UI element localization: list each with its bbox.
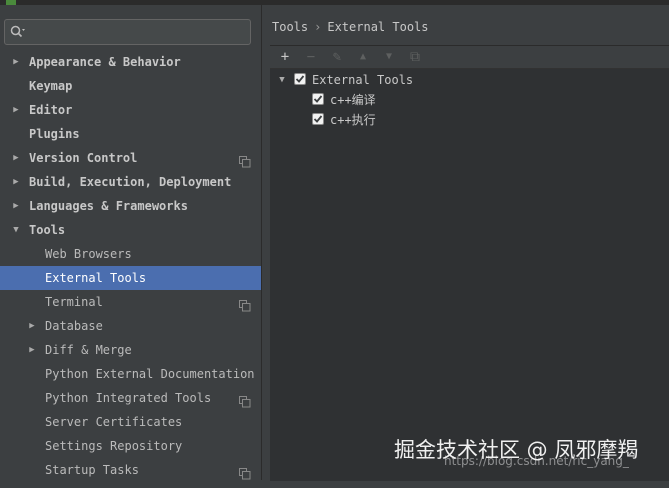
sidebar-item-editor[interactable]: ▶ Editor bbox=[0, 98, 261, 122]
sidebar-item-appearance-behavior[interactable]: ▶ Appearance & Behavior bbox=[0, 50, 261, 74]
sidebar-item-keymap[interactable]: Keymap bbox=[0, 74, 261, 98]
sidebar-item-startup-tasks[interactable]: Startup Tasks bbox=[0, 458, 261, 482]
tool-label: c++执行 bbox=[330, 113, 376, 127]
sidebar-item-label: Python External Documentation bbox=[45, 367, 255, 381]
pencil-icon[interactable]: ✎ bbox=[328, 48, 346, 66]
minus-icon[interactable]: − bbox=[302, 48, 320, 66]
copy-icon bbox=[239, 152, 251, 168]
search-input[interactable] bbox=[29, 22, 248, 44]
sidebar-item-python-integrated-tools[interactable]: Python Integrated Tools bbox=[0, 386, 261, 410]
sidebar-item-server-certificates[interactable]: Server Certificates bbox=[0, 410, 261, 434]
copy-icon bbox=[239, 464, 251, 480]
sidebar-item-label: Database bbox=[45, 319, 103, 333]
tool-checkbox[interactable] bbox=[312, 113, 324, 125]
chevron-right-icon[interactable]: ▶ bbox=[10, 98, 22, 122]
tool-group-row[interactable]: ▼ External Tools bbox=[270, 70, 669, 90]
chevron-down-icon[interactable]: ▼ bbox=[10, 218, 22, 242]
copy-icon bbox=[239, 296, 251, 312]
breadcrumb-parent[interactable]: Tools bbox=[272, 20, 308, 34]
sidebar-item-build-execution-deployment[interactable]: ▶ Build, Execution, Deployment bbox=[0, 170, 261, 194]
sidebar-item-label: Settings Repository bbox=[45, 439, 183, 453]
sidebar-item-label: Tools bbox=[29, 223, 66, 237]
tools-toolbar: + − ✎ ▲ ▼ ⧉ bbox=[270, 46, 669, 69]
chevron-right-icon[interactable]: ▶ bbox=[26, 314, 38, 338]
sidebar-item-label: Python Integrated Tools bbox=[45, 391, 212, 405]
tool-checkbox[interactable] bbox=[312, 93, 324, 105]
tool-label: c++编译 bbox=[330, 93, 376, 107]
sidebar-item-tools[interactable]: ▼ Tools bbox=[0, 218, 261, 242]
arrow-down-icon[interactable]: ▼ bbox=[380, 48, 398, 66]
sidebar-item-label: Appearance & Behavior bbox=[29, 55, 181, 69]
chevron-right-icon[interactable]: ▶ bbox=[26, 338, 38, 362]
chevron-right-icon[interactable]: ▶ bbox=[10, 146, 22, 170]
copy-icon[interactable]: ⧉ bbox=[406, 48, 424, 66]
search-icon[interactable] bbox=[10, 25, 25, 39]
sidebar-item-label: Server Certificates bbox=[45, 415, 183, 429]
sidebar-item-database[interactable]: ▶ Database bbox=[0, 314, 261, 338]
breadcrumb: Tools › External Tools bbox=[272, 19, 429, 35]
sidebar-item-label: Plugins bbox=[29, 127, 80, 141]
settings-tree: ▶ Appearance & Behavior Keymap ▶ Editor … bbox=[0, 50, 261, 482]
tool-row[interactable]: c++编译 bbox=[270, 90, 669, 110]
sidebar-item-label: Keymap bbox=[29, 79, 73, 93]
sidebar-item-version-control[interactable]: ▶ Version Control bbox=[0, 146, 261, 170]
sidebar-item-label: External Tools bbox=[45, 271, 147, 285]
sidebar-item-label: Web Browsers bbox=[45, 247, 132, 261]
sidebar-item-terminal[interactable]: Terminal bbox=[0, 290, 261, 314]
tool-row[interactable]: c++执行 bbox=[270, 110, 669, 130]
sidebar-item-label: Editor bbox=[29, 103, 73, 117]
sidebar-item-label: Diff & Merge bbox=[45, 343, 132, 357]
settings-sidebar: ▶ Appearance & Behavior Keymap ▶ Editor … bbox=[0, 5, 262, 480]
tool-group-label: External Tools bbox=[312, 73, 414, 87]
sidebar-item-plugins[interactable]: Plugins bbox=[0, 122, 261, 146]
sidebar-item-web-browsers[interactable]: Web Browsers bbox=[0, 242, 261, 266]
sidebar-item-label: Languages & Frameworks bbox=[29, 199, 188, 213]
sidebar-item-label: Version Control bbox=[29, 151, 138, 165]
copy-icon bbox=[239, 392, 251, 408]
sidebar-item-label: Startup Tasks bbox=[45, 463, 139, 477]
chevron-right-icon[interactable]: ▶ bbox=[10, 194, 22, 218]
settings-search-box[interactable] bbox=[4, 19, 251, 45]
sidebar-item-label: Terminal bbox=[45, 295, 103, 309]
sidebar-item-settings-repository[interactable]: Settings Repository bbox=[0, 434, 261, 458]
sidebar-item-diff-merge[interactable]: ▶ Diff & Merge bbox=[0, 338, 261, 362]
plus-icon[interactable]: + bbox=[276, 48, 294, 66]
breadcrumb-current: External Tools bbox=[327, 20, 429, 34]
settings-content: Tools › External Tools + − ✎ ▲ ▼ ⧉ ▼ Exter… bbox=[262, 5, 669, 481]
sidebar-item-languages-frameworks[interactable]: ▶ Languages & Frameworks bbox=[0, 194, 261, 218]
sidebar-item-external-tools[interactable]: External Tools bbox=[0, 266, 261, 290]
sidebar-item-python-external-documentation[interactable]: Python External Documentation bbox=[0, 362, 261, 386]
chevron-right-icon[interactable]: ▶ bbox=[10, 50, 22, 74]
sidebar-item-label: Build, Execution, Deployment bbox=[29, 175, 232, 189]
breadcrumb-separator: › bbox=[314, 20, 322, 34]
external-tools-tree: ▼ External Tools c++编译 c++执行 bbox=[270, 70, 669, 130]
arrow-up-icon[interactable]: ▲ bbox=[354, 48, 372, 66]
chevron-right-icon[interactable]: ▶ bbox=[10, 170, 22, 194]
chevron-down-icon[interactable]: ▼ bbox=[276, 70, 288, 90]
external-tools-panel: + − ✎ ▲ ▼ ⧉ ▼ External Tools c++编译 c++执行 bbox=[270, 45, 669, 481]
tool-group-checkbox[interactable] bbox=[294, 73, 306, 85]
